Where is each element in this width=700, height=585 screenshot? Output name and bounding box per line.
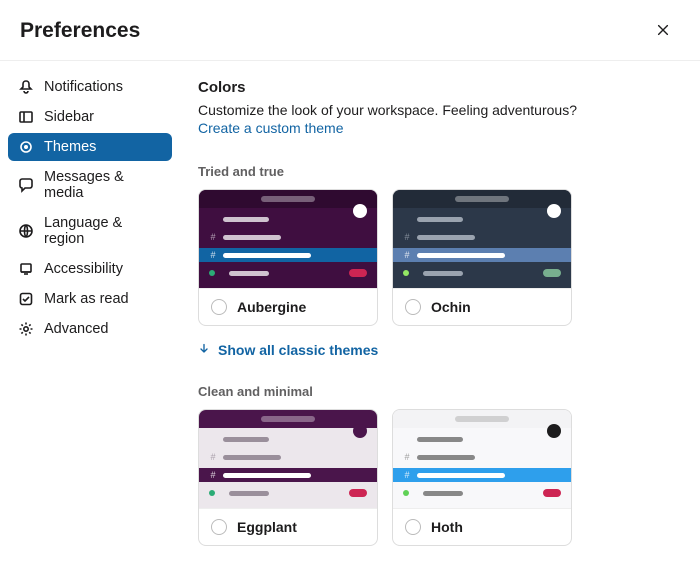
theme-grid: . # # . Aubergine xyxy=(198,189,676,326)
mark-as-read-icon xyxy=(18,291,34,307)
sidebar-item-notifications[interactable]: Notifications xyxy=(8,73,172,101)
theme-radio[interactable] xyxy=(405,299,421,315)
sidebar-item-label: Language & region xyxy=(44,215,162,247)
page-title: Preferences xyxy=(20,19,140,43)
theme-name-label: Aubergine xyxy=(237,299,306,315)
themes-content: Colors Customize the look of your worksp… xyxy=(180,61,700,585)
theme-grid: . # # . Eggplant xyxy=(198,409,676,546)
sidebar-icon xyxy=(18,109,34,125)
sidebar-item-label: Advanced xyxy=(44,321,109,337)
theme-card-ochin[interactable]: . # # . Ochin xyxy=(392,189,572,326)
close-icon xyxy=(656,21,670,42)
themes-icon xyxy=(18,139,34,155)
sidebar-item-label: Messages & media xyxy=(44,169,162,201)
theme-group-label: Tried and true xyxy=(198,164,676,179)
sidebar-item-mark-as-read[interactable]: Mark as read xyxy=(8,285,172,313)
theme-radio[interactable] xyxy=(211,519,227,535)
theme-preview: . # # . xyxy=(199,190,377,288)
theme-card-eggplant[interactable]: . # # . Eggplant xyxy=(198,409,378,546)
theme-name-label: Ochin xyxy=(431,299,471,315)
sidebar-item-themes[interactable]: Themes xyxy=(8,133,172,161)
theme-preview: . # # . xyxy=(393,410,571,508)
show-all-classic-themes-link[interactable]: Show all classic themes xyxy=(198,342,676,358)
theme-radio[interactable] xyxy=(211,299,227,315)
mention-badge-icon xyxy=(349,489,367,497)
sidebar-item-advanced[interactable]: Advanced xyxy=(8,315,172,343)
sidebar-item-sidebar[interactable]: Sidebar xyxy=(8,103,172,131)
notifications-icon xyxy=(18,79,34,95)
theme-card-hoth[interactable]: . # # . Hoth xyxy=(392,409,572,546)
sidebar-item-language-region[interactable]: Language & region xyxy=(8,209,172,253)
mention-badge-icon xyxy=(349,269,367,277)
sidebar-item-label: Themes xyxy=(44,139,96,155)
preferences-sidebar: Notifications Sidebar Themes Messages & med… xyxy=(0,61,180,585)
messages-media-icon xyxy=(18,177,34,193)
show-all-label: Show all classic themes xyxy=(218,342,378,358)
accessibility-icon xyxy=(18,261,34,277)
theme-preview: . # # . xyxy=(393,190,571,288)
theme-group-label: Clean and minimal xyxy=(198,384,676,399)
mention-badge-icon xyxy=(543,269,561,277)
theme-card-aubergine[interactable]: . # # . Aubergine xyxy=(198,189,378,326)
close-button[interactable] xyxy=(650,18,676,44)
sidebar-item-label: Notifications xyxy=(44,79,123,95)
mention-badge-icon xyxy=(543,489,561,497)
theme-radio[interactable] xyxy=(405,519,421,535)
section-description: Customize the look of your workspace. Fe… xyxy=(198,102,676,118)
sidebar-item-label: Accessibility xyxy=(44,261,123,277)
arrow-down-icon xyxy=(198,342,210,358)
sidebar-item-label: Mark as read xyxy=(44,291,129,307)
theme-preview: . # # . xyxy=(199,410,377,508)
create-custom-theme-link[interactable]: Create a custom theme xyxy=(198,120,344,136)
sidebar-item-accessibility[interactable]: Accessibility xyxy=(8,255,172,283)
theme-name-label: Hoth xyxy=(431,519,463,535)
section-title-colors: Colors xyxy=(198,79,676,96)
sidebar-item-label: Sidebar xyxy=(44,109,94,125)
sidebar-item-messages-media[interactable]: Messages & media xyxy=(8,163,172,207)
advanced-icon xyxy=(18,321,34,337)
theme-name-label: Eggplant xyxy=(237,519,297,535)
language-region-icon xyxy=(18,223,34,239)
